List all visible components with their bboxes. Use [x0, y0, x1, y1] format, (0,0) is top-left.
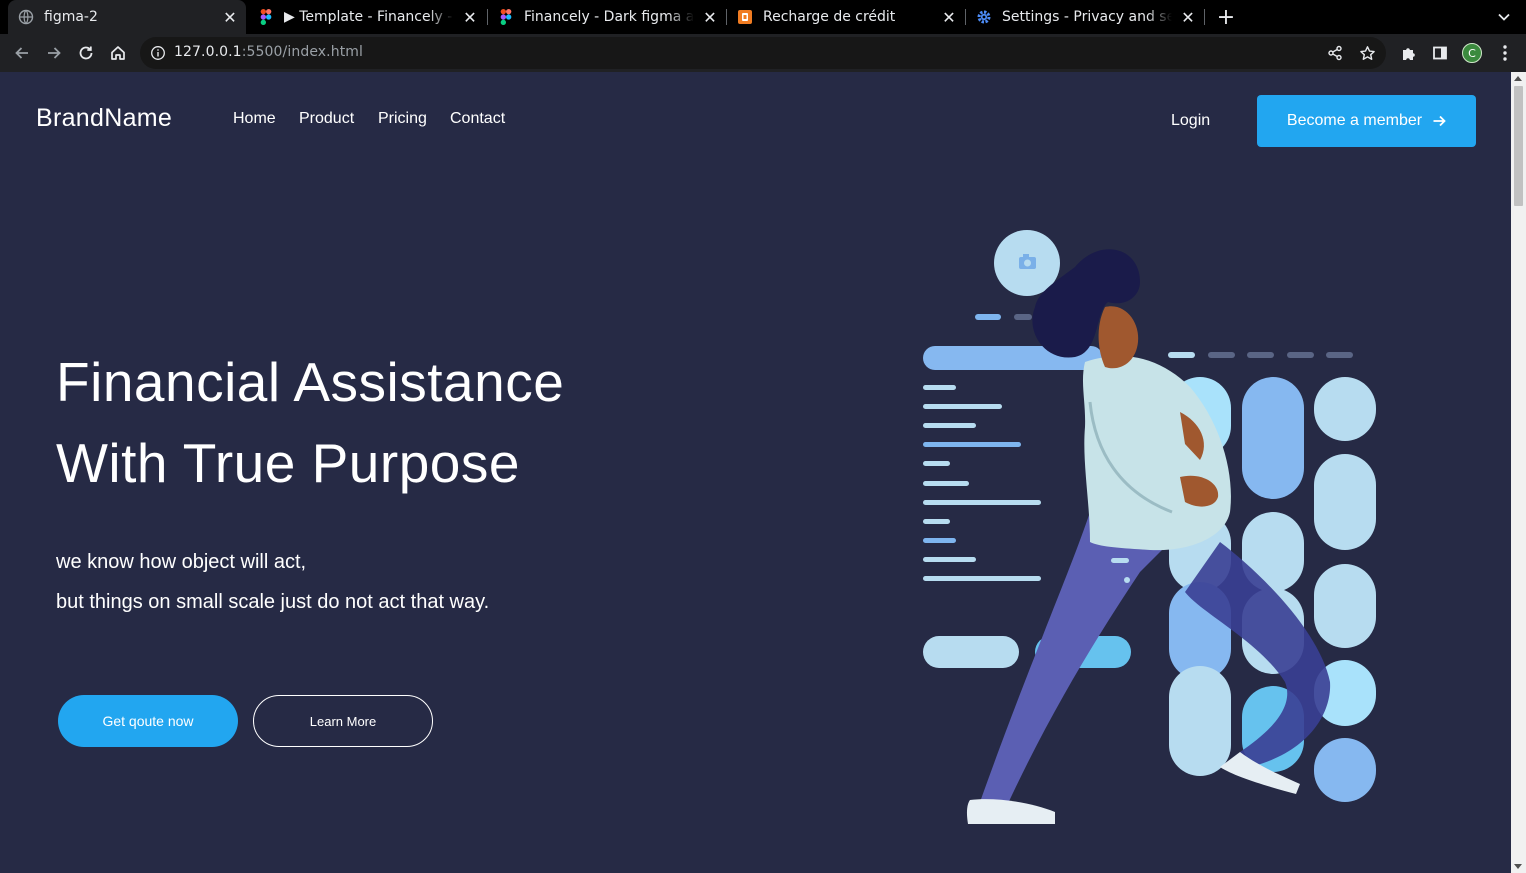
close-tab-icon[interactable]: ✕: [700, 7, 720, 27]
tab-title: figma-2: [44, 9, 98, 25]
profile-avatar[interactable]: C: [1462, 43, 1482, 63]
figma-icon: [498, 9, 514, 25]
hero-title-line-2: With True Purpose: [56, 432, 520, 494]
close-tab-icon[interactable]: ✕: [939, 7, 959, 27]
nav-home[interactable]: Home: [233, 110, 276, 128]
tab-divider: [1204, 9, 1205, 25]
arrow-right-icon: [1433, 115, 1446, 127]
figma-icon: [258, 9, 274, 25]
progress-dashes: [1168, 352, 1353, 358]
web-page: BrandName Home Product Pricing Contact L…: [0, 72, 1511, 873]
url-host: 127.0.0.1: [174, 44, 242, 60]
site-info-icon[interactable]: [150, 45, 166, 61]
close-tab-icon[interactable]: ✕: [1178, 7, 1198, 27]
url-text: 127.0.0.1:5500/index.html: [174, 44, 363, 60]
share-icon[interactable]: [1321, 39, 1349, 67]
become-member-button[interactable]: Become a member: [1257, 95, 1476, 147]
get-quote-button[interactable]: Get qoute now: [58, 695, 238, 747]
learn-more-button[interactable]: Learn More: [253, 695, 433, 747]
scrollbar-thumb[interactable]: [1514, 86, 1523, 206]
brand-logo[interactable]: BrandName: [36, 104, 172, 133]
close-tab-icon[interactable]: ✕: [460, 7, 480, 27]
url-path: :5500/index.html: [241, 44, 364, 60]
browser-toolbar: 127.0.0.1:5500/index.html C: [0, 34, 1526, 72]
hero-subtitle-line-2: but things on small scale just do not ac…: [56, 591, 490, 613]
nav-contact[interactable]: Contact: [450, 110, 505, 128]
new-tab-button[interactable]: +: [1214, 5, 1238, 30]
hero-subtitle: we know how object will act, but things …: [56, 542, 489, 622]
nav-pricing[interactable]: Pricing: [378, 110, 427, 128]
tab-settings-privacy[interactable]: Settings - Privacy and security ✕: [966, 0, 1204, 34]
gear-icon: [976, 9, 992, 25]
become-member-label: Become a member: [1286, 112, 1423, 129]
tab-title: Financely - Dark figma and css: [524, 9, 694, 25]
home-button[interactable]: [104, 39, 132, 67]
hero-title: Financial Assistance With True Purpose: [56, 342, 564, 504]
tab-strip: figma-2 ✕ ▶ Template - Financely - Dark …: [0, 0, 1526, 34]
address-bar[interactable]: 127.0.0.1:5500/index.html: [140, 37, 1386, 69]
tab-title: ▶ Template - Financely - Dark figma and …: [284, 9, 454, 25]
tab-title: Recharge de crédit: [763, 9, 896, 25]
page-scrollbar[interactable]: [1511, 72, 1526, 873]
extensions-icon[interactable]: [1394, 39, 1422, 67]
scroll-down-arrow-icon[interactable]: [1514, 864, 1522, 869]
side-panel-icon[interactable]: [1426, 39, 1454, 67]
hero-illustration: [923, 230, 1376, 824]
nav-product[interactable]: Product: [299, 110, 354, 128]
reload-button[interactable]: [72, 39, 100, 67]
back-button[interactable]: [8, 39, 36, 67]
tab-recharge-credit[interactable]: Recharge de crédit ✕: [727, 0, 965, 34]
more-menu-icon[interactable]: [1491, 39, 1519, 67]
forward-button[interactable]: [40, 39, 68, 67]
hero-title-line-1: Financial Assistance: [56, 351, 565, 413]
hero-subtitle-line-1: we know how object will act,: [56, 551, 307, 573]
tab-financely-dark[interactable]: Financely - Dark figma and css ✕: [488, 0, 726, 34]
globe-icon: [18, 9, 34, 25]
orange-app-icon: [737, 9, 753, 25]
tab-search-chevron-icon[interactable]: [1492, 6, 1516, 28]
scroll-up-arrow-icon[interactable]: [1514, 76, 1522, 81]
tab-figma-2[interactable]: figma-2 ✕: [8, 0, 246, 34]
tab-template-financely[interactable]: ▶ Template - Financely - Dark figma and …: [248, 0, 486, 34]
tab-title: Settings - Privacy and security: [1002, 9, 1172, 25]
close-tab-icon[interactable]: ✕: [220, 7, 240, 27]
login-link[interactable]: Login: [1171, 112, 1210, 130]
bookmark-star-icon[interactable]: [1353, 39, 1381, 67]
